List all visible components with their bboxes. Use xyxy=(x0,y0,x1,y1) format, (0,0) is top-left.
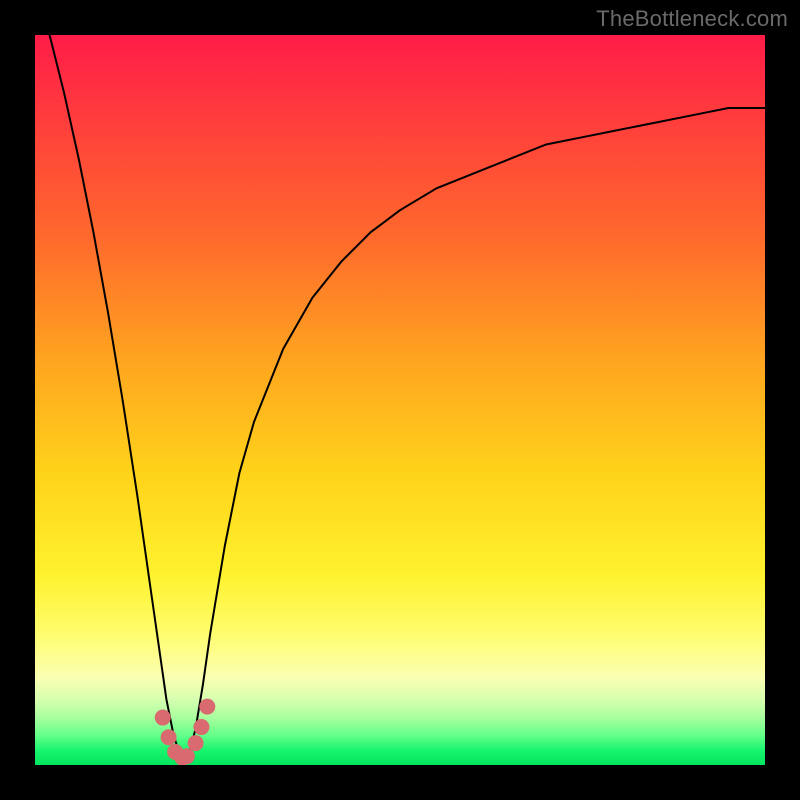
watermark-text: TheBottleneck.com xyxy=(596,6,788,32)
curve-dots xyxy=(155,699,216,765)
chart-frame: TheBottleneck.com xyxy=(0,0,800,800)
bottleneck-curve xyxy=(50,35,765,758)
plot-area xyxy=(35,35,765,765)
curve-svg xyxy=(35,35,765,765)
